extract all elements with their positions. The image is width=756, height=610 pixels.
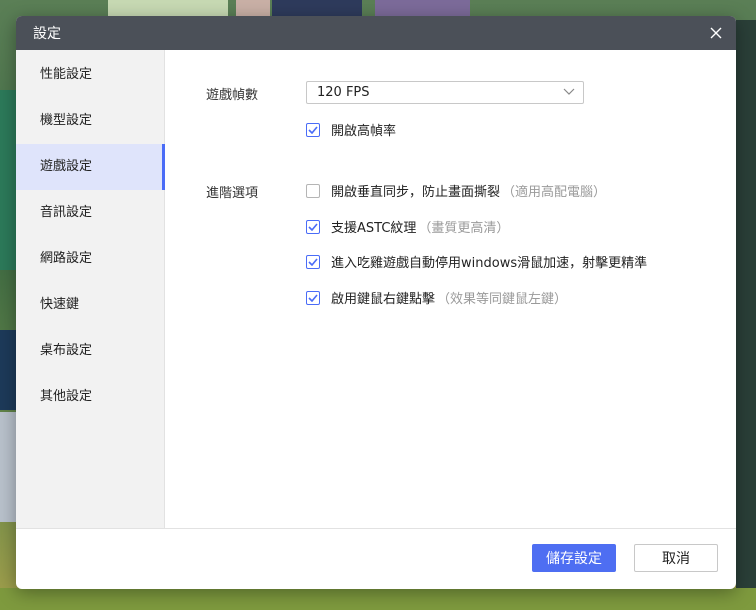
astc-hint: （畫質更高清）	[418, 221, 510, 236]
sidebar-item-other[interactable]: 其他設定	[16, 374, 164, 420]
vsync-option[interactable]: 開啟垂直同步，防止畫面撕裂 （適用高配電腦）	[306, 181, 606, 200]
mouse-accel-option[interactable]: 進入吃雞遊戲自動停用windows滑鼠加速，射擊更精準	[306, 252, 647, 271]
astc-label: 支援ASTC紋理	[331, 221, 417, 236]
sidebar-item-wallpaper[interactable]: 桌布設定	[16, 328, 164, 374]
sidebar-item-game[interactable]: 遊戲設定	[16, 144, 165, 190]
checkbox-checked-icon[interactable]	[306, 219, 320, 234]
settings-content: 遊戲幀數 120 FPS 開啟高幀率 進階選項 開啟垂直同步，防止畫面撕裂 （適…	[165, 50, 736, 529]
fps-select-value: 120 FPS	[317, 85, 370, 100]
vsync-label: 開啟垂直同步，防止畫面撕裂	[331, 185, 501, 200]
checkbox-checked-icon[interactable]	[306, 290, 320, 305]
high-fps-label: 開啟高幀率	[331, 124, 397, 139]
sidebar-item-label: 其他設定	[40, 389, 93, 404]
sidebar-item-label: 音訊設定	[40, 205, 93, 220]
right-click-hint: （效果等同鍵鼠左鍵）	[437, 292, 568, 307]
sidebar-item-audio[interactable]: 音訊設定	[16, 190, 164, 236]
save-button[interactable]: 儲存設定	[532, 544, 616, 572]
vsync-hint: （適用高配電腦）	[502, 185, 607, 200]
settings-sidebar: 性能設定 機型設定 遊戲設定 音訊設定 網路設定 快速鍵 桌布設定 其他設定	[16, 50, 165, 529]
right-click-label: 啟用鍵鼠右鍵點擊	[331, 292, 436, 307]
dialog-title: 設定	[33, 26, 61, 42]
mouse-accel-label: 進入吃雞遊戲自動停用windows滑鼠加速，射擊更精準	[331, 256, 648, 271]
sidebar-item-label: 桌布設定	[40, 343, 93, 358]
dialog-titlebar: 設定	[16, 16, 736, 50]
cancel-button[interactable]: 取消	[634, 544, 718, 572]
right-click-option[interactable]: 啟用鍵鼠右鍵點擊 （效果等同鍵鼠左鍵）	[306, 288, 567, 307]
astc-option[interactable]: 支援ASTC紋理 （畫質更高清）	[306, 217, 509, 236]
close-icon[interactable]	[706, 23, 726, 43]
dialog-footer: 儲存設定 取消	[16, 528, 736, 589]
sidebar-item-hotkeys[interactable]: 快速鍵	[16, 282, 164, 328]
sidebar-item-network[interactable]: 網路設定	[16, 236, 164, 282]
sidebar-item-performance[interactable]: 性能設定	[16, 52, 164, 98]
fps-select[interactable]: 120 FPS	[306, 81, 584, 104]
sidebar-item-device-model[interactable]: 機型設定	[16, 98, 164, 144]
sidebar-item-label: 性能設定	[40, 67, 93, 82]
sidebar-item-label: 快速鍵	[40, 297, 80, 312]
sidebar-item-label: 網路設定	[40, 251, 93, 266]
checkbox-unchecked-icon[interactable]	[306, 183, 320, 198]
advanced-label: 進階選項	[206, 186, 259, 201]
sidebar-item-label: 遊戲設定	[40, 159, 93, 174]
fps-label: 遊戲幀數	[206, 88, 259, 103]
checkbox-checked-icon[interactable]	[306, 122, 320, 137]
chevron-down-icon	[563, 85, 575, 100]
settings-dialog: 設定 性能設定 機型設定 遊戲設定 音訊設定 網路設定 快速鍵 桌布設定 其他設…	[16, 16, 736, 589]
sidebar-item-label: 機型設定	[40, 113, 93, 128]
high-fps-option[interactable]: 開啟高幀率	[306, 120, 396, 139]
checkbox-checked-icon[interactable]	[306, 254, 320, 269]
